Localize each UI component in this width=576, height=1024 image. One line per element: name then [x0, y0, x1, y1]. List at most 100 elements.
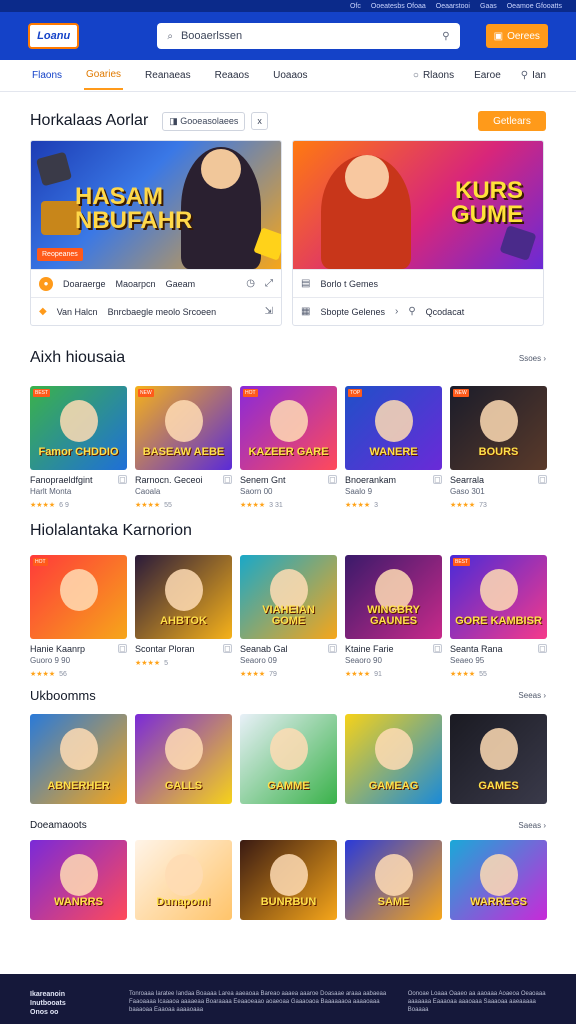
game-card[interactable]: BEST GORE KAMBISR Seanta Rana ◻ Seaeo 95 ★★★★… — [450, 555, 547, 678]
game-name[interactable]: Bnoerankam — [345, 475, 396, 485]
game-name[interactable]: Searrala — [450, 475, 484, 485]
see-all-link[interactable]: Seeas › — [518, 691, 546, 700]
top-link[interactable]: Ofc — [350, 3, 361, 10]
tab-goaries[interactable]: Goaries — [84, 61, 124, 90]
featured-image[interactable]: KURS GUME — [293, 141, 543, 269]
game-thumbnail[interactable]: GAMES — [450, 714, 547, 804]
featured-card[interactable]: KURS GUME ▤ Borlo t Gemes ▦ Sbopte Gelene… — [292, 140, 544, 326]
game-card[interactable]: GAMME — [240, 714, 337, 804]
featured-image[interactable]: HASAM NBUFAHR Reopeanes — [31, 141, 281, 269]
tab-reanaeas[interactable]: Reanaeas — [143, 62, 193, 89]
info-icon[interactable]: ◻ — [538, 644, 547, 653]
expand-icon[interactable]: ⤢ — [265, 278, 273, 289]
game-thumbnail[interactable]: Dunapom! — [135, 840, 232, 920]
see-all-link[interactable]: Ssoes › — [519, 354, 546, 363]
tab-flaons[interactable]: Flaons — [30, 62, 64, 89]
game-name[interactable]: Hanie Kaanrp — [30, 644, 85, 654]
info-icon[interactable]: ◻ — [433, 644, 442, 653]
meta-text[interactable]: Bnrcbaegle meolo Srcoeen — [108, 307, 217, 317]
game-thumbnail[interactable]: VIAHEIAN GOME — [240, 555, 337, 639]
info-icon[interactable]: ◻ — [433, 475, 442, 484]
game-name[interactable]: Ktaine Farie — [345, 644, 394, 654]
tab-reaaos[interactable]: Reaaos — [213, 62, 251, 89]
meta-text[interactable]: Doaraerge — [63, 279, 106, 289]
game-thumbnail[interactable]: AHBTOK — [135, 555, 232, 639]
top-link[interactable]: Ooeatesbs Ofoaa — [371, 3, 426, 10]
game-thumbnail[interactable]: GAMEAG — [345, 714, 442, 804]
game-name[interactable]: Scontar Ploran — [135, 644, 195, 654]
meta-text[interactable]: Maoarpcn — [116, 279, 156, 289]
game-card[interactable]: HOT Hanie Kaanrp ◻ Guoro 9 90 ★★★★ 56 — [30, 555, 127, 678]
meta-text[interactable]: Sbopte Gelenes — [320, 307, 385, 317]
top-link[interactable]: Oeamoe Gfooatts — [507, 3, 562, 10]
search-bar[interactable]: ⌕ Booaerlssen ⚲ — [157, 23, 460, 49]
game-card[interactable]: BEST Famor CHDDIO Fanopraeldfgint ◻ Harlt Mo… — [30, 386, 127, 509]
info-icon[interactable]: ◻ — [223, 644, 232, 653]
game-thumbnail[interactable]: HOT — [30, 555, 127, 639]
game-thumbnail[interactable]: ABNERHER — [30, 714, 127, 804]
game-card[interactable]: GAMEAG — [345, 714, 442, 804]
game-card[interactable]: TOP WANERE Bnoerankam ◻ Saalo 9 ★★★★ 3 — [345, 386, 442, 509]
info-icon[interactable]: ◻ — [328, 644, 337, 653]
nav-right-earoe[interactable]: Earoe — [474, 70, 501, 81]
see-all-link[interactable]: Saeas › — [518, 821, 546, 830]
featured-close-pill[interactable]: x — [251, 112, 268, 130]
game-card[interactable]: HOT KAZEER GARE Senem Gnt ◻ Saorn 00 ★★★★ 3 31 — [240, 386, 337, 509]
game-name[interactable]: Seanab Gal — [240, 644, 288, 654]
info-icon[interactable]: ◻ — [538, 475, 547, 484]
game-thumbnail[interactable]: WARREGS — [450, 840, 547, 920]
meta-text[interactable]: Van Halcn — [57, 307, 98, 317]
game-thumbnail[interactable]: WINGBRY GAUNES — [345, 555, 442, 639]
clock-icon[interactable]: ◷ — [246, 278, 255, 289]
game-thumbnail[interactable]: GALLS — [135, 714, 232, 804]
meta-text[interactable]: Gaeam — [166, 279, 196, 289]
meta-text[interactable]: Qcodacat — [426, 307, 465, 317]
game-thumbnail[interactable]: WANRRS — [30, 840, 127, 920]
info-icon[interactable]: ◻ — [223, 475, 232, 484]
game-name[interactable]: Fanopraeldfgint — [30, 475, 93, 485]
game-thumbnail[interactable]: BEST GORE KAMBISR — [450, 555, 547, 639]
game-thumbnail[interactable]: NEW BASEAW AEBE — [135, 386, 232, 470]
chevron-right-icon[interactable]: › — [395, 306, 398, 317]
header-cta-button[interactable]: ▣ Oerees — [485, 24, 549, 48]
site-logo[interactable]: Loanu — [28, 23, 80, 49]
footer-links[interactable]: Oonoae Loaaa Oaaeo aa aaoaaa Aoaeoa Oeao… — [408, 990, 546, 1024]
game-card[interactable]: AHBTOK Scontar Ploran ◻ ★★★★ 5 — [135, 555, 232, 678]
nav-right-rlaons[interactable]: ○ Rlaons — [413, 70, 454, 81]
game-card[interactable]: WANRRS — [30, 840, 127, 920]
tab-uoaaos[interactable]: Uoaaos — [271, 62, 309, 89]
game-card[interactable]: GAMES — [450, 714, 547, 804]
search-input[interactable]: Booaerlssen — [181, 30, 434, 42]
game-thumbnail[interactable]: HOT KAZEER GARE — [240, 386, 337, 470]
featured-card[interactable]: HASAM NBUFAHR Reopeanes ● Doaraerge Maoar… — [30, 140, 282, 326]
meta-text[interactable]: Borlo t Gemes — [320, 279, 378, 289]
info-icon[interactable]: ◻ — [118, 644, 127, 653]
game-card[interactable]: WINGBRY GAUNES Ktaine Farie ◻ Seaoro 90 ★★★★… — [345, 555, 442, 678]
search-icon[interactable]: ⚲ — [442, 31, 449, 42]
game-name[interactable]: Senem Gnt — [240, 475, 286, 485]
game-card[interactable]: ABNERHER — [30, 714, 127, 804]
info-icon[interactable]: ◻ — [328, 475, 337, 484]
game-thumbnail[interactable]: GAMME — [240, 714, 337, 804]
game-card[interactable]: BUNRBUN — [240, 840, 337, 920]
game-thumbnail[interactable]: BUNRBUN — [240, 840, 337, 920]
game-card[interactable]: Dunapom! — [135, 840, 232, 920]
game-card[interactable]: VIAHEIAN GOME Seanab Gal ◻ Seaoro 09 ★★★★ 79 — [240, 555, 337, 678]
game-card[interactable]: SAME — [345, 840, 442, 920]
top-link[interactable]: Oeaarstooi — [436, 3, 470, 10]
featured-filter-pill[interactable]: ◨ Gooeasolaees — [162, 111, 246, 131]
game-thumbnail[interactable]: BEST Famor CHDDIO — [30, 386, 127, 470]
resize-icon[interactable]: ⇲ — [265, 306, 273, 317]
info-icon[interactable]: ◻ — [118, 475, 127, 484]
game-card[interactable]: NEW BOURS Searrala ◻ Gaso 301 ★★★★ 73 — [450, 386, 547, 509]
game-thumbnail[interactable]: SAME — [345, 840, 442, 920]
game-thumbnail[interactable]: NEW BOURS — [450, 386, 547, 470]
game-card[interactable]: WARREGS — [450, 840, 547, 920]
game-card[interactable]: GALLS — [135, 714, 232, 804]
game-thumbnail[interactable]: TOP WANERE — [345, 386, 442, 470]
game-name[interactable]: Rarnocn. Geceoi — [135, 475, 203, 485]
game-name[interactable]: Seanta Rana — [450, 644, 503, 654]
game-card[interactable]: NEW BASEAW AEBE Rarnocn. Geceoi ◻ Caoala ★★★★… — [135, 386, 232, 509]
nav-right-ian[interactable]: ⚲ Ian — [521, 70, 546, 81]
featured-button[interactable]: Getlears — [478, 111, 546, 131]
